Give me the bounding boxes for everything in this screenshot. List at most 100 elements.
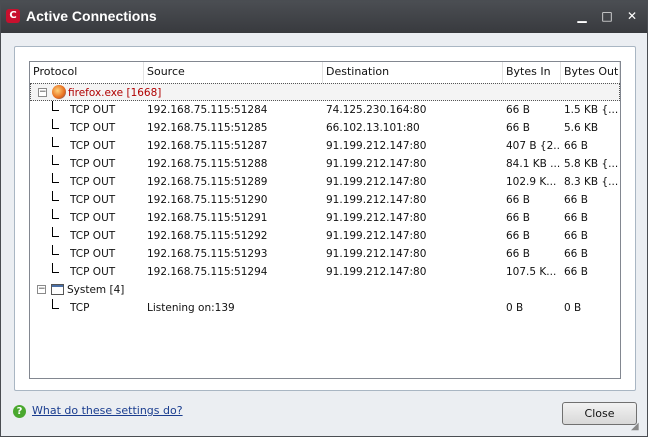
table-row[interactable]: TCP OUT 192.168.75.115:51287 91.199.212.14… bbox=[30, 137, 620, 155]
tree-connector bbox=[52, 299, 59, 309]
cell-bytes-out: 5.6 KB bbox=[564, 122, 599, 134]
cell-bytes-in: 66 B bbox=[506, 194, 530, 206]
active-connections-window: C Active Connections ▁ □ ✕ Protocol Sour… bbox=[0, 0, 648, 437]
table-row[interactable]: TCP OUT 192.168.75.115:51294 91.199.212.14… bbox=[30, 263, 620, 281]
column-header-bytes-out[interactable]: Bytes Out bbox=[561, 62, 620, 83]
cell-protocol: TCP OUT bbox=[70, 158, 116, 170]
cell-source: 192.168.75.115:51290 bbox=[147, 194, 268, 206]
tree-connector bbox=[52, 155, 59, 165]
close-window-button[interactable]: ✕ bbox=[622, 7, 642, 25]
column-header-destination[interactable]: Destination bbox=[323, 62, 503, 83]
cell-bytes-in: 84.1 KB ... bbox=[506, 158, 560, 170]
group-row[interactable]: − System [4] bbox=[30, 281, 620, 299]
window-title: Active Connections bbox=[26, 8, 157, 24]
table-row[interactable]: TCP OUT 192.168.75.115:51284 74.125.230.16… bbox=[30, 101, 620, 119]
cell-bytes-in: 66 B bbox=[506, 104, 530, 116]
tree-connector bbox=[52, 227, 59, 237]
help-icon: ? bbox=[13, 405, 26, 418]
cell-bytes-out: 66 B bbox=[564, 212, 588, 224]
cell-protocol: TCP OUT bbox=[70, 194, 116, 206]
cell-source: 192.168.75.115:51285 bbox=[147, 122, 268, 134]
cell-destination: 74.125.230.164:80 bbox=[326, 104, 427, 116]
cell-source: 192.168.75.115:51287 bbox=[147, 140, 268, 152]
cell-destination: 91.199.212.147:80 bbox=[326, 248, 427, 260]
tree-connector bbox=[52, 173, 59, 183]
minimize-button[interactable]: ▁ bbox=[572, 7, 592, 25]
cell-protocol: TCP OUT bbox=[70, 122, 116, 134]
cell-bytes-in: 66 B bbox=[506, 230, 530, 242]
maximize-button[interactable]: □ bbox=[597, 7, 617, 25]
cell-bytes-out: 66 B bbox=[564, 266, 588, 278]
column-header-source[interactable]: Source bbox=[144, 62, 323, 83]
tree-connector bbox=[52, 119, 59, 129]
title-bar[interactable]: C Active Connections ▁ □ ✕ bbox=[1, 1, 647, 33]
cell-bytes-out: 66 B bbox=[564, 194, 588, 206]
cell-protocol: TCP OUT bbox=[70, 230, 116, 242]
collapse-toggle-icon[interactable]: − bbox=[38, 88, 47, 97]
cell-bytes-in: 66 B bbox=[506, 122, 530, 134]
cell-protocol: TCP bbox=[70, 302, 90, 314]
cell-protocol: TCP OUT bbox=[70, 212, 116, 224]
help-link[interactable]: What do these settings do? bbox=[32, 404, 183, 417]
cell-protocol: TCP OUT bbox=[70, 104, 116, 116]
cell-protocol: TCP OUT bbox=[70, 266, 116, 278]
table-row[interactable]: TCP OUT 192.168.75.115:51288 91.199.212.14… bbox=[30, 155, 620, 173]
cell-bytes-out: 66 B bbox=[564, 248, 588, 260]
cell-bytes-in: 0 B bbox=[506, 302, 524, 314]
cell-destination: 91.199.212.147:80 bbox=[326, 266, 427, 278]
cell-source: 192.168.75.115:51289 bbox=[147, 176, 268, 188]
tree-connector bbox=[52, 245, 59, 255]
cell-bytes-in: 107.5 K... bbox=[506, 266, 557, 278]
cell-destination: 66.102.13.101:80 bbox=[326, 122, 420, 134]
cell-protocol: TCP OUT bbox=[70, 248, 116, 260]
connections-tree-grid[interactable]: Protocol Source Destination Bytes In Byt… bbox=[29, 61, 621, 379]
group-label: firefox.exe [1668] bbox=[68, 87, 162, 99]
cell-destination: 91.199.212.147:80 bbox=[326, 194, 427, 206]
table-row[interactable]: TCP OUT 192.168.75.115:51289 91.199.212.14… bbox=[30, 173, 620, 191]
table-row[interactable]: TCP OUT 192.168.75.115:51290 91.199.212.14… bbox=[30, 191, 620, 209]
cell-destination: 91.199.212.147:80 bbox=[326, 158, 427, 170]
cell-protocol: TCP OUT bbox=[70, 140, 116, 152]
cell-destination: 91.199.212.147:80 bbox=[326, 212, 427, 224]
cell-bytes-out: 66 B bbox=[564, 230, 588, 242]
tree-connector bbox=[52, 101, 59, 111]
cell-source: 192.168.75.115:51293 bbox=[147, 248, 268, 260]
cell-bytes-out: 66 B bbox=[564, 140, 588, 152]
cell-source: 192.168.75.115:51292 bbox=[147, 230, 268, 242]
cell-protocol: TCP OUT bbox=[70, 176, 116, 188]
column-header-protocol[interactable]: Protocol bbox=[30, 62, 144, 83]
tree-connector bbox=[52, 209, 59, 219]
cell-bytes-out: 5.8 KB {... bbox=[564, 158, 618, 170]
group-label: System [4] bbox=[67, 284, 125, 296]
comodo-app-icon: C bbox=[6, 9, 20, 23]
table-row[interactable]: TCP OUT 192.168.75.115:51292 91.199.212.14… bbox=[30, 227, 620, 245]
cell-bytes-in: 66 B bbox=[506, 212, 530, 224]
collapse-toggle-icon[interactable]: − bbox=[37, 285, 46, 294]
cell-bytes-in: 102.9 K... bbox=[506, 176, 557, 188]
grid-header: Protocol Source Destination Bytes In Byt… bbox=[30, 62, 620, 84]
table-row[interactable]: TCP OUT 192.168.75.115:51285 66.102.13.101… bbox=[30, 119, 620, 137]
system-window-icon bbox=[51, 284, 64, 295]
cell-bytes-out: 8.3 KB {... bbox=[564, 176, 618, 188]
table-row[interactable]: TCP Listening on:139 0 B 0 B bbox=[30, 299, 620, 317]
column-header-bytes-in[interactable]: Bytes In bbox=[503, 62, 561, 83]
firefox-icon bbox=[52, 85, 66, 99]
cell-bytes-in: 407 B {2... bbox=[506, 140, 560, 152]
cell-bytes-in: 66 B bbox=[506, 248, 530, 260]
resize-grip-icon[interactable]: ◢ bbox=[631, 421, 643, 433]
cell-destination: 91.199.212.147:80 bbox=[326, 176, 427, 188]
tree-connector bbox=[52, 137, 59, 147]
group-row[interactable]: − firefox.exe [1668] bbox=[30, 83, 620, 101]
cell-source: 192.168.75.115:51288 bbox=[147, 158, 268, 170]
cell-source: 192.168.75.115:51291 bbox=[147, 212, 268, 224]
cell-source: 192.168.75.115:51284 bbox=[147, 104, 268, 116]
tree-connector bbox=[52, 191, 59, 201]
cell-source: Listening on:139 bbox=[147, 302, 235, 314]
close-button[interactable]: Close bbox=[562, 402, 637, 425]
cell-destination: 91.199.212.147:80 bbox=[326, 230, 427, 242]
table-row[interactable]: TCP OUT 192.168.75.115:51291 91.199.212.14… bbox=[30, 209, 620, 227]
table-row[interactable]: TCP OUT 192.168.75.115:51293 91.199.212.14… bbox=[30, 245, 620, 263]
cell-bytes-out: 0 B bbox=[564, 302, 582, 314]
cell-bytes-out: 1.5 KB {... bbox=[564, 104, 618, 116]
cell-destination: 91.199.212.147:80 bbox=[326, 140, 427, 152]
